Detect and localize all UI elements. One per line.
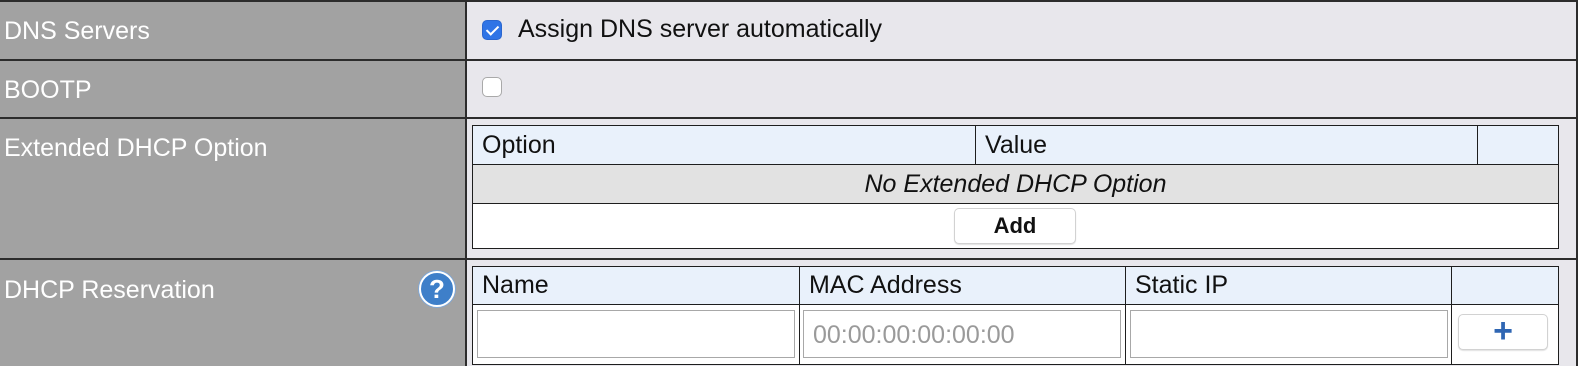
add-reservation-button[interactable]: + [1458,314,1548,350]
add-extended-dhcp-button[interactable]: Add [954,208,1076,244]
extended-dhcp-value-cell: Option Value No Extended DHCP Option Add [467,119,1578,258]
static-ip-column-header: Static IP [1125,266,1452,305]
extended-dhcp-label: Extended DHCP Option [4,134,268,162]
dhcp-reservation-header-row: Name MAC Address Static IP [472,266,1559,305]
bootp-label-cell: BOOTP [0,61,465,117]
dns-servers-label: DNS Servers [4,17,150,45]
dns-servers-value-cell: Assign DNS server automatically [467,2,1578,59]
extended-dhcp-table: Option Value No Extended DHCP Option Add [472,125,1559,249]
bootp-row: BOOTP [0,61,1578,117]
mac-address-input[interactable]: 00:00:00:00:00:00 [803,310,1121,358]
extended-dhcp-header-row: Option Value [472,125,1559,165]
dhcp-reservation-label: DHCP Reservation [4,276,215,304]
option-column-header: Option [472,125,976,165]
actions-column-header [1477,125,1559,165]
static-ip-input[interactable] [1130,310,1448,358]
plus-icon: + [1493,312,1513,350]
value-column-header: Value [975,125,1478,165]
mac-address-placeholder: 00:00:00:00:00:00 [813,321,1015,349]
no-extended-dhcp-message: No Extended DHCP Option [472,164,1559,204]
extended-dhcp-add-cell: Add [472,203,1559,249]
help-icon[interactable]: ? [419,271,455,307]
name-column-header: Name [472,266,800,305]
extended-dhcp-label-cell: Extended DHCP Option [0,119,465,258]
extended-dhcp-row: Extended DHCP Option Option Value No Ext… [0,119,1578,258]
extended-dhcp-add-row: Add [472,203,1559,249]
question-mark-icon: ? [429,274,445,304]
assign-dns-checkbox[interactable] [482,20,502,40]
actions-column-header [1451,266,1559,305]
bootp-checkbox[interactable] [482,77,502,97]
mac-address-column-header: MAC Address [799,266,1126,305]
name-input[interactable] [477,310,795,358]
dns-servers-row: DNS Servers Assign DNS server automatica… [0,2,1578,59]
assign-dns-label[interactable]: Assign DNS server automatically [518,15,882,44]
dhcp-reservation-label-cell: DHCP Reservation [0,260,465,366]
dns-servers-label-cell: DNS Servers [0,2,465,59]
extended-dhcp-empty-row: No Extended DHCP Option [472,164,1559,204]
bootp-value-cell [467,61,1578,117]
bootp-label: BOOTP [4,76,92,104]
